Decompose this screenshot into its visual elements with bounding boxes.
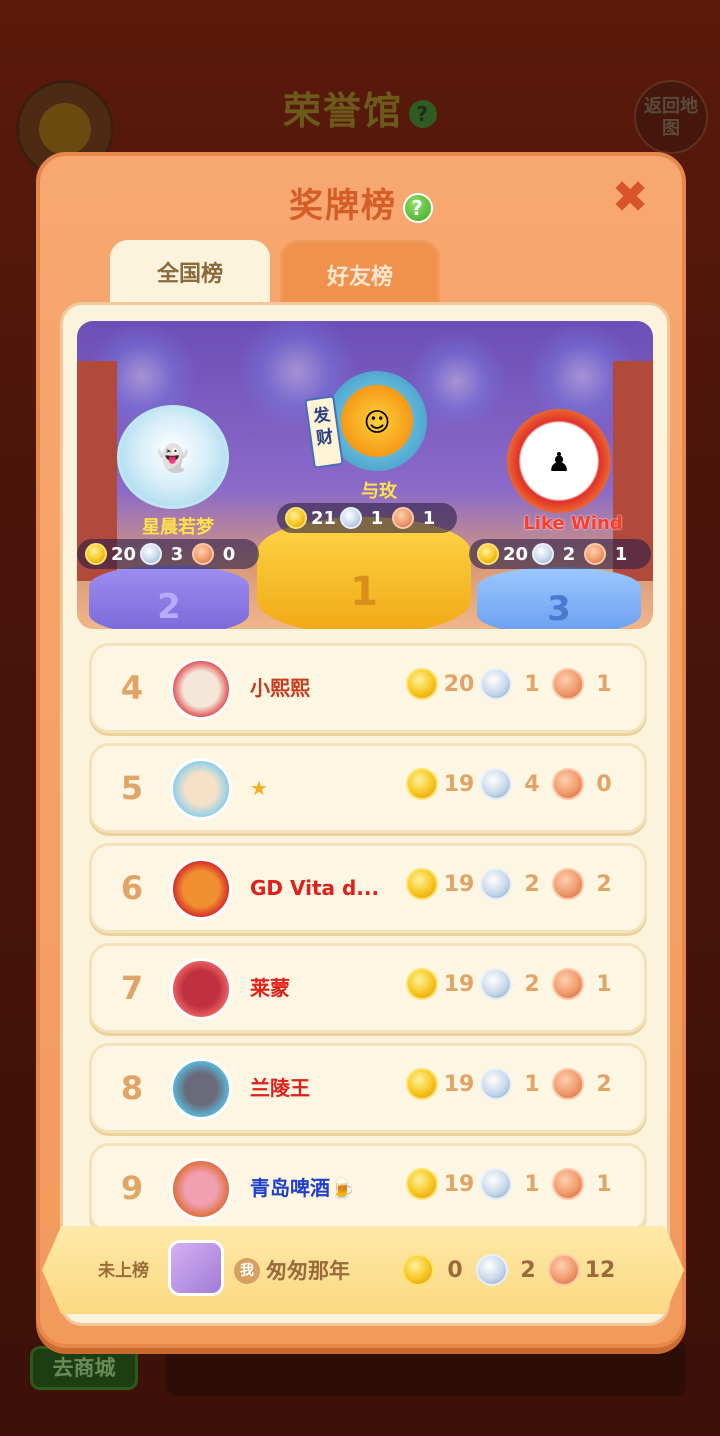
medal-counts: 19 2 2	[406, 868, 624, 900]
podium-medals-second: 20 3 0	[77, 539, 259, 569]
gold-medal-icon	[402, 1254, 434, 1286]
medal-counts: 20 1 1	[406, 668, 624, 700]
back-to-map-button: 返回地图	[634, 80, 708, 154]
silver-medal-icon	[480, 668, 512, 700]
bronze-medal-icon	[548, 1254, 580, 1286]
my-avatar[interactable]	[168, 1240, 224, 1296]
bronze-medal-icon	[192, 543, 215, 565]
background-page-title: 荣誉馆?	[0, 80, 720, 135]
player-avatar[interactable]	[170, 858, 232, 920]
pedestal-second: 2	[89, 565, 249, 629]
medal-counts: 19 4 0	[406, 768, 624, 800]
gold-medal-icon	[406, 668, 438, 700]
background-help-icon: ?	[409, 99, 437, 128]
ghost-face-icon: 👻	[156, 443, 190, 474]
gold-medal-icon	[406, 768, 438, 800]
ranking-row[interactable]: 7 莱蒙 19 2 1	[89, 943, 647, 1033]
medal-counts: 19 1 1	[406, 1168, 624, 1200]
silver-medal-icon	[480, 1068, 512, 1100]
silver-medal-icon	[480, 968, 512, 1000]
ranking-row[interactable]: 5 ★ 19 4 0	[89, 743, 647, 833]
player-name: 青岛啤酒🍺	[250, 1176, 355, 1200]
player-name: 小熙熙	[250, 676, 310, 700]
bronze-medal-icon	[552, 968, 584, 1000]
player-name: 兰陵王	[250, 1076, 310, 1100]
rank-number: 9	[120, 1169, 144, 1207]
close-icon[interactable]: ✖	[610, 176, 650, 220]
avatar-third[interactable]: ♟	[507, 409, 611, 513]
rank-number: 8	[120, 1069, 144, 1107]
avatar-second[interactable]: 👻	[117, 405, 229, 509]
my-medal-counts: 0 2 12	[402, 1254, 620, 1286]
silver-medal-icon	[476, 1254, 508, 1286]
player-avatar[interactable]	[170, 758, 232, 820]
bronze-medal-icon	[552, 1068, 584, 1100]
pedestal-third: 3	[477, 567, 641, 629]
podium-medals-third: 20 2 1	[469, 539, 651, 569]
tab-national[interactable]: 全国榜	[110, 240, 270, 306]
gold-medal-icon	[406, 1068, 438, 1100]
podium-name-third: Like Wind	[523, 513, 623, 534]
silver-medal-icon	[480, 868, 512, 900]
my-name: 匆匆那年	[266, 1259, 350, 1283]
player-avatar[interactable]	[170, 1158, 232, 1220]
leaderboard-panel: 2 1 3 👻 ☺ 发财 ♟ 星晨若梦 与玫 Like Wind 20 3 0 …	[60, 302, 670, 1326]
medal-counts: 19 1 2	[406, 1068, 624, 1100]
ranking-row[interactable]: 9 青岛啤酒🍺 19 1 1	[89, 1143, 647, 1233]
bronze-medal-icon	[584, 543, 607, 565]
podium-name-second: 星晨若梦	[142, 517, 214, 538]
ranking-row[interactable]: 6 GD Vita d... 19 2 2	[89, 843, 647, 933]
player-avatar[interactable]	[170, 958, 232, 1020]
gold-medal-icon	[406, 868, 438, 900]
gold-medal-icon	[406, 1168, 438, 1200]
medal-counts: 19 2 1	[406, 968, 624, 1000]
top-three-podium: 2 1 3 👻 ☺ 发财 ♟ 星晨若梦 与玫 Like Wind 20 3 0 …	[77, 321, 653, 629]
me-badge: 我	[234, 1258, 260, 1284]
podium-name-first: 与玫	[361, 481, 397, 502]
player-avatar[interactable]	[170, 658, 232, 720]
player-name: 莱蒙	[250, 976, 290, 1000]
background-bottom-panel	[166, 1340, 686, 1396]
silver-medal-icon	[480, 768, 512, 800]
ranking-list: 4 小熙熙 20 1 1 5 ★ 19 4 0 6 GD Vita d... 1…	[89, 643, 647, 1243]
medal-leaderboard-modal: 奖牌榜? ✖ 全国榜 好友榜 2 1 3 👻 ☺ 发财 ♟ 星晨若梦 与玫 Li…	[36, 152, 686, 1348]
sun-face-icon: ☺	[363, 408, 391, 438]
gold-medal-icon	[285, 507, 307, 529]
figure-icon: ♟	[547, 448, 571, 479]
go-to-shop-button: 去商城	[30, 1346, 138, 1390]
player-name: GD Vita d...	[250, 876, 380, 900]
player-name: ★	[250, 776, 268, 800]
bronze-medal-icon	[552, 1168, 584, 1200]
rank-number: 5	[120, 769, 144, 807]
tab-friends[interactable]: 好友榜	[280, 240, 440, 306]
player-avatar[interactable]	[170, 1058, 232, 1120]
ranking-row[interactable]: 4 小熙熙 20 1 1	[89, 643, 647, 733]
ranking-row[interactable]: 8 兰陵王 19 1 2	[89, 1043, 647, 1133]
modal-title: 奖牌榜?	[40, 178, 682, 227]
rank-number: 7	[120, 969, 144, 1007]
silver-medal-icon	[340, 507, 363, 529]
help-icon[interactable]: ?	[403, 192, 433, 223]
my-ranking-row[interactable]: 未上榜 我 匆匆那年 0 2 12	[42, 1226, 684, 1314]
silver-medal-icon	[480, 1168, 512, 1200]
pedestal-first: 1	[257, 517, 471, 629]
rank-number: 4	[120, 669, 144, 707]
gold-medal-icon	[477, 543, 499, 565]
bronze-medal-icon	[552, 668, 584, 700]
silver-medal-icon	[140, 543, 163, 565]
silver-medal-icon	[532, 543, 555, 565]
podium-medals-first: 21 1 1	[277, 503, 457, 533]
bronze-medal-icon	[552, 868, 584, 900]
unranked-label: 未上榜	[98, 1261, 149, 1281]
gold-medal-icon	[406, 968, 438, 1000]
rank-number: 6	[120, 869, 144, 907]
bronze-medal-icon	[392, 507, 415, 529]
bronze-medal-icon	[552, 768, 584, 800]
gold-medal-icon	[85, 543, 107, 565]
